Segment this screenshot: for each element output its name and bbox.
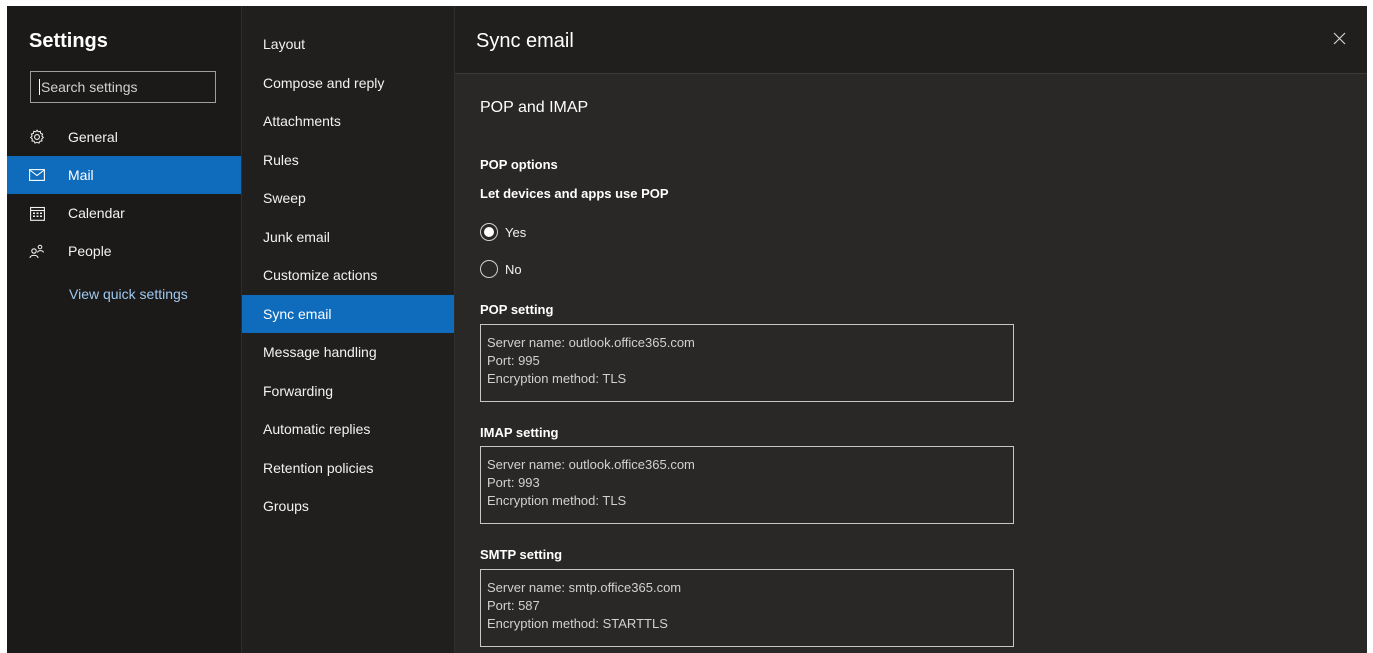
text-caret: [39, 79, 40, 95]
subnav-list: Layout Compose and reply Attachments Rul…: [242, 25, 454, 526]
search-settings-box[interactable]: [30, 71, 216, 103]
radio-no-circle[interactable]: [480, 260, 498, 278]
imap-server-name: Server name: outlook.office365.com: [487, 457, 695, 472]
imap-port: Port: 993: [487, 475, 540, 490]
nav-label-mail: Mail: [68, 167, 94, 183]
smtp-encryption: Encryption method: STARTTLS: [487, 616, 668, 631]
view-quick-settings-link[interactable]: View quick settings: [69, 286, 188, 302]
close-icon: [1333, 32, 1345, 44]
settings-title: Settings: [29, 30, 108, 52]
imap-encryption: Encryption method: TLS: [487, 493, 627, 508]
sync-email-panel: Sync email POP and IMAP POP options Let …: [455, 6, 1367, 653]
subnav-item-sync-email[interactable]: Sync email: [242, 294, 454, 333]
radio-yes-label: Yes: [505, 224, 527, 240]
radio-selected-dot: [484, 227, 494, 237]
pop-setting-box: Server name: outlook.office365.com Port:…: [480, 324, 1014, 402]
radio-yes[interactable]: Yes: [480, 223, 526, 241]
radio-no-label: No: [505, 261, 522, 277]
nav-label-people: People: [68, 243, 112, 259]
subnav-item-retention-policies[interactable]: Retention policies: [242, 449, 454, 488]
subnav-item-groups[interactable]: Groups: [242, 487, 454, 526]
people-icon: [27, 241, 47, 261]
subnav-item-compose-and-reply[interactable]: Compose and reply: [242, 64, 454, 103]
nav-item-people[interactable]: People: [7, 232, 241, 270]
pop-encryption: Encryption method: TLS: [487, 371, 627, 386]
settings-sidebar: Settings General: [7, 6, 241, 653]
nav-item-mail[interactable]: Mail: [7, 156, 241, 194]
subnav-item-forwarding[interactable]: Forwarding: [242, 372, 454, 411]
pop-port: Port: 995: [487, 353, 540, 368]
search-settings-input[interactable]: [40, 79, 207, 95]
subnav-item-customize-actions[interactable]: Customize actions: [242, 256, 454, 295]
subnav-item-layout[interactable]: Layout: [242, 25, 454, 64]
close-button[interactable]: [1331, 30, 1347, 46]
pop-options-label: POP options: [480, 157, 558, 172]
radio-no[interactable]: No: [480, 260, 522, 278]
calendar-icon: [27, 203, 47, 223]
subnav-item-sweep[interactable]: Sweep: [242, 179, 454, 218]
nav-item-calendar[interactable]: Calendar: [7, 194, 241, 232]
panel-title: Sync email: [476, 30, 574, 52]
settings-window: Settings General: [7, 6, 1367, 653]
mail-subnav: Layout Compose and reply Attachments Rul…: [241, 6, 455, 653]
smtp-setting-box: Server name: smtp.office365.com Port: 58…: [480, 569, 1014, 647]
panel-header: Sync email: [455, 6, 1367, 74]
pop-server-name: Server name: outlook.office365.com: [487, 335, 695, 350]
nav-item-general[interactable]: General: [7, 118, 241, 156]
section-title-pop-imap: POP and IMAP: [480, 99, 589, 116]
radio-yes-circle[interactable]: [480, 223, 498, 241]
smtp-server-name: Server name: smtp.office365.com: [487, 580, 682, 595]
pop-question-label: Let devices and apps use POP: [480, 186, 669, 201]
smtp-port: Port: 587: [487, 598, 540, 613]
imap-setting-label: IMAP setting: [480, 425, 559, 440]
subnav-item-message-handling[interactable]: Message handling: [242, 333, 454, 372]
imap-setting-box: Server name: outlook.office365.com Port:…: [480, 446, 1014, 524]
subnav-item-attachments[interactable]: Attachments: [242, 102, 454, 141]
smtp-setting-label: SMTP setting: [480, 547, 563, 562]
subnav-item-junk-email[interactable]: Junk email: [242, 218, 454, 257]
pop-setting-label: POP setting: [480, 302, 554, 317]
nav-label-calendar: Calendar: [68, 205, 125, 221]
subnav-item-automatic-replies[interactable]: Automatic replies: [242, 410, 454, 449]
subnav-item-rules[interactable]: Rules: [242, 141, 454, 180]
gear-icon: [27, 127, 47, 147]
mail-icon: [27, 165, 47, 185]
settings-nav: General Mail Calendar People: [7, 118, 241, 270]
nav-label-general: General: [68, 129, 118, 145]
